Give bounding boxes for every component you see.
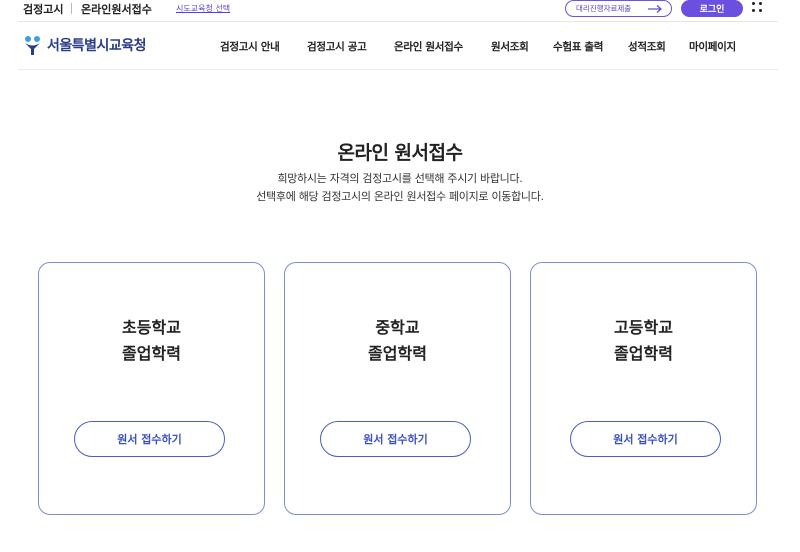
arrow-right-icon <box>648 5 662 13</box>
nav-mypage[interactable]: 마이페이지 <box>689 39 736 54</box>
card-title-line: 졸업학력 <box>368 344 427 363</box>
online-application-link[interactable]: 온라인원서접수 <box>81 1 152 17</box>
card-elementary: 초등학교 졸업학력 원서 접수하기 <box>38 262 265 515</box>
card-middle: 중학교 졸업학력 원서 접수하기 <box>284 262 511 515</box>
home-link[interactable]: 검정고시 <box>23 1 63 17</box>
utility-bar: 검정고시 온라인원서접수 시도교육청 선택 대리진행자료제출 로그인 <box>0 0 800 21</box>
login-button[interactable]: 로그인 <box>681 0 743 17</box>
dot <box>752 9 755 12</box>
nav-admission-ticket[interactable]: 수험표 출력 <box>553 39 603 54</box>
card-title: 중학교 졸업학력 <box>285 315 510 367</box>
education-office-select-link[interactable]: 시도교육청 선택 <box>176 3 230 14</box>
logo-icon <box>25 36 40 55</box>
nav-score-lookup[interactable]: 성적조회 <box>628 39 666 54</box>
logo-text: 서울특별시교육청 <box>47 38 147 54</box>
nav-exam-info[interactable]: 검정고시 안내 <box>220 39 280 54</box>
card-title-line: 초등학교 <box>122 318 181 337</box>
dot <box>752 2 755 5</box>
card-title: 고등학교 졸업학력 <box>531 315 756 367</box>
card-title: 초등학교 졸업학력 <box>39 315 264 367</box>
logo[interactable]: 서울특별시교육청 <box>22 34 147 56</box>
apply-button-middle[interactable]: 원서 접수하기 <box>320 421 471 457</box>
grid-menu-icon[interactable] <box>751 1 763 13</box>
dot <box>759 9 762 12</box>
page-title: 온라인 원서접수 <box>337 142 463 164</box>
nav-online-application[interactable]: 온라인 원서접수 <box>394 39 463 54</box>
main-header: 서울특별시교육청 검정고시 안내 검정고시 공고 온라인 원서접수 원서조회 수… <box>0 22 800 69</box>
apply-button-elementary[interactable]: 원서 접수하기 <box>74 421 225 457</box>
card-high: 고등학교 졸업학력 원서 접수하기 <box>530 262 757 515</box>
page-description: 희망하시는 자격의 검정고시를 선택해 주시기 바랍니다. <box>277 172 523 185</box>
card-title-line: 졸업학력 <box>614 344 673 363</box>
card-title-line: 고등학교 <box>614 318 673 337</box>
card-title-line: 졸업학력 <box>122 344 181 363</box>
apply-button-high[interactable]: 원서 접수하기 <box>570 421 721 457</box>
proxy-submit-button[interactable]: 대리진행자료제출 <box>565 0 672 17</box>
nav-application-lookup[interactable]: 원서조회 <box>491 39 529 54</box>
dot <box>759 2 762 5</box>
divider <box>18 69 778 70</box>
page-description: 선택후에 해당 검정고시의 온라인 원서접수 페이지로 이동합니다. <box>256 190 544 203</box>
card-title-line: 중학교 <box>375 318 420 337</box>
divider <box>71 3 72 14</box>
nav-exam-notice[interactable]: 검정고시 공고 <box>307 39 367 54</box>
proxy-submit-label: 대리진행자료제출 <box>576 4 632 13</box>
